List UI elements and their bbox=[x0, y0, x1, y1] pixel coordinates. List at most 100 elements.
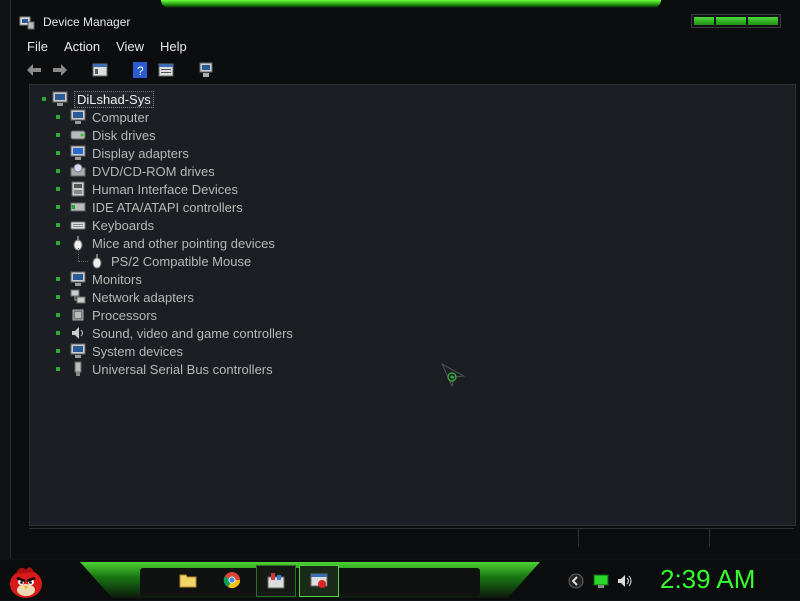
computer-icon bbox=[70, 109, 86, 124]
tree-expander[interactable] bbox=[56, 367, 60, 371]
tree-expander[interactable] bbox=[56, 205, 60, 209]
forward-arrow-icon bbox=[53, 64, 67, 76]
tree-item-label: Processors bbox=[92, 307, 158, 323]
tree-expander[interactable] bbox=[56, 115, 60, 119]
tree-item[interactable]: IDE ATA/ATAPI controllers bbox=[70, 198, 243, 216]
folder-icon bbox=[179, 574, 197, 588]
tree-item-label: DVD/CD-ROM drives bbox=[92, 163, 215, 179]
computer-icon bbox=[52, 91, 68, 106]
scan-hardware-icon bbox=[199, 62, 213, 77]
menu-action[interactable]: Action bbox=[56, 39, 108, 54]
help-button[interactable]: ? bbox=[129, 60, 151, 80]
disk-drive-icon bbox=[70, 130, 86, 140]
tree-item[interactable]: Monitors bbox=[70, 270, 142, 288]
volume-icon[interactable] bbox=[617, 573, 633, 589]
display-adapter-icon bbox=[70, 145, 86, 160]
tree-item[interactable]: Processors bbox=[70, 306, 157, 324]
tree-root-label: DiLshad-Sys bbox=[74, 90, 154, 108]
tree-expander[interactable] bbox=[56, 349, 60, 353]
toolbar: ? bbox=[19, 58, 797, 82]
tree-item[interactable]: Universal Serial Bus controllers bbox=[70, 360, 273, 378]
tree-item[interactable]: Human Interface Devices bbox=[70, 180, 238, 198]
tree-item-label: Network adapters bbox=[92, 289, 194, 305]
chrome-taskbar-button[interactable] bbox=[220, 568, 244, 592]
speaker-icon bbox=[72, 327, 83, 339]
tree-expander[interactable] bbox=[56, 223, 60, 227]
tree-item-label: Sound, video and game controllers bbox=[92, 325, 293, 341]
view-button[interactable] bbox=[155, 60, 177, 80]
help-icon: ? bbox=[133, 62, 147, 78]
menu-view[interactable]: View bbox=[108, 39, 152, 54]
mouse-cursor-icon bbox=[440, 362, 466, 388]
control-panel-icon bbox=[267, 573, 285, 589]
network-monitor-icon[interactable] bbox=[593, 573, 609, 589]
svg-text:?: ? bbox=[137, 64, 144, 78]
tree-expander[interactable] bbox=[56, 151, 60, 155]
device-manager-taskbar-button[interactable] bbox=[299, 565, 339, 597]
tree-expander[interactable] bbox=[56, 241, 60, 245]
tree-expander[interactable] bbox=[56, 295, 60, 299]
system-device-icon bbox=[70, 343, 86, 358]
window-controls bbox=[691, 14, 781, 28]
window-title: Device Manager bbox=[43, 15, 131, 29]
menu-file[interactable]: File bbox=[19, 39, 56, 54]
tree-child-item[interactable]: PS/2 Compatible Mouse bbox=[89, 252, 251, 270]
tree-item-label: Universal Serial Bus controllers bbox=[92, 361, 273, 377]
tree-expander[interactable] bbox=[56, 133, 60, 137]
tree-item-label: System devices bbox=[92, 343, 184, 359]
tree-item-label: Mice and other pointing devices bbox=[92, 235, 275, 251]
device-tree[interactable]: DiLshad-Sys Computer Disk drives Display ad… bbox=[29, 84, 796, 526]
maximize-button[interactable] bbox=[716, 17, 746, 25]
tree-item[interactable]: Computer bbox=[70, 108, 149, 126]
angry-bird-start-icon[interactable] bbox=[6, 562, 46, 600]
tree-child-label: PS/2 Compatible Mouse bbox=[111, 253, 252, 269]
properties-icon bbox=[92, 63, 108, 77]
tree-item-label: Disk drives bbox=[92, 127, 156, 143]
close-button[interactable] bbox=[748, 17, 778, 25]
tree-item-label: Display adapters bbox=[92, 145, 189, 161]
taskbar-clock[interactable]: 2:39 AM bbox=[660, 564, 755, 595]
tree-item-label: IDE ATA/ATAPI controllers bbox=[92, 199, 243, 215]
tree-item[interactable]: Disk drives bbox=[70, 126, 156, 144]
properties-button[interactable] bbox=[89, 60, 111, 80]
back-arrow-icon bbox=[27, 64, 41, 76]
chrome-icon bbox=[223, 572, 241, 589]
usb-icon bbox=[74, 361, 82, 376]
tree-item[interactable]: Mice and other pointing devices bbox=[70, 234, 275, 252]
back-button[interactable] bbox=[23, 60, 45, 80]
minimize-button[interactable] bbox=[694, 17, 714, 25]
tree-item[interactable]: DVD/CD-ROM drives bbox=[70, 162, 215, 180]
forward-button[interactable] bbox=[49, 60, 71, 80]
tree-expander[interactable] bbox=[56, 331, 60, 335]
title-bar[interactable]: Device Manager bbox=[11, 8, 800, 36]
status-bar bbox=[29, 528, 794, 547]
menu-bar: File Action View Help bbox=[19, 36, 793, 56]
tree-expander[interactable] bbox=[56, 313, 60, 317]
network-adapter-icon bbox=[70, 289, 86, 304]
tree-expander[interactable] bbox=[56, 187, 60, 191]
tree-expander[interactable] bbox=[56, 169, 60, 173]
menu-help[interactable]: Help bbox=[152, 39, 195, 54]
tree-item[interactable]: Keyboards bbox=[70, 216, 154, 234]
device-manager-icon bbox=[19, 16, 35, 30]
tree-item[interactable]: System devices bbox=[70, 342, 183, 360]
root-expander[interactable] bbox=[42, 97, 46, 101]
tree-item[interactable]: Display adapters bbox=[70, 144, 189, 162]
control-panel-taskbar-button[interactable] bbox=[256, 565, 296, 597]
tree-item-label: Computer bbox=[92, 109, 150, 125]
back-chevron-icon[interactable] bbox=[568, 573, 584, 589]
tree-item-label: Monitors bbox=[92, 271, 142, 287]
folder-taskbar-button[interactable] bbox=[176, 568, 200, 592]
tree-item-label: Keyboards bbox=[92, 217, 155, 233]
dvd-drive-icon bbox=[70, 163, 86, 177]
tree-item[interactable]: Sound, video and game controllers bbox=[70, 324, 293, 342]
tree-root-node[interactable]: DiLshad-Sys bbox=[52, 90, 154, 108]
keyboard-icon bbox=[70, 221, 86, 230]
hid-icon bbox=[71, 181, 85, 197]
scan-hardware-button[interactable] bbox=[195, 60, 217, 80]
tree-item-label: Human Interface Devices bbox=[92, 181, 238, 197]
mouse-icon bbox=[92, 254, 102, 269]
tree-expander[interactable] bbox=[56, 277, 60, 281]
tree-item[interactable]: Network adapters bbox=[70, 288, 194, 306]
processor-icon bbox=[72, 309, 84, 321]
